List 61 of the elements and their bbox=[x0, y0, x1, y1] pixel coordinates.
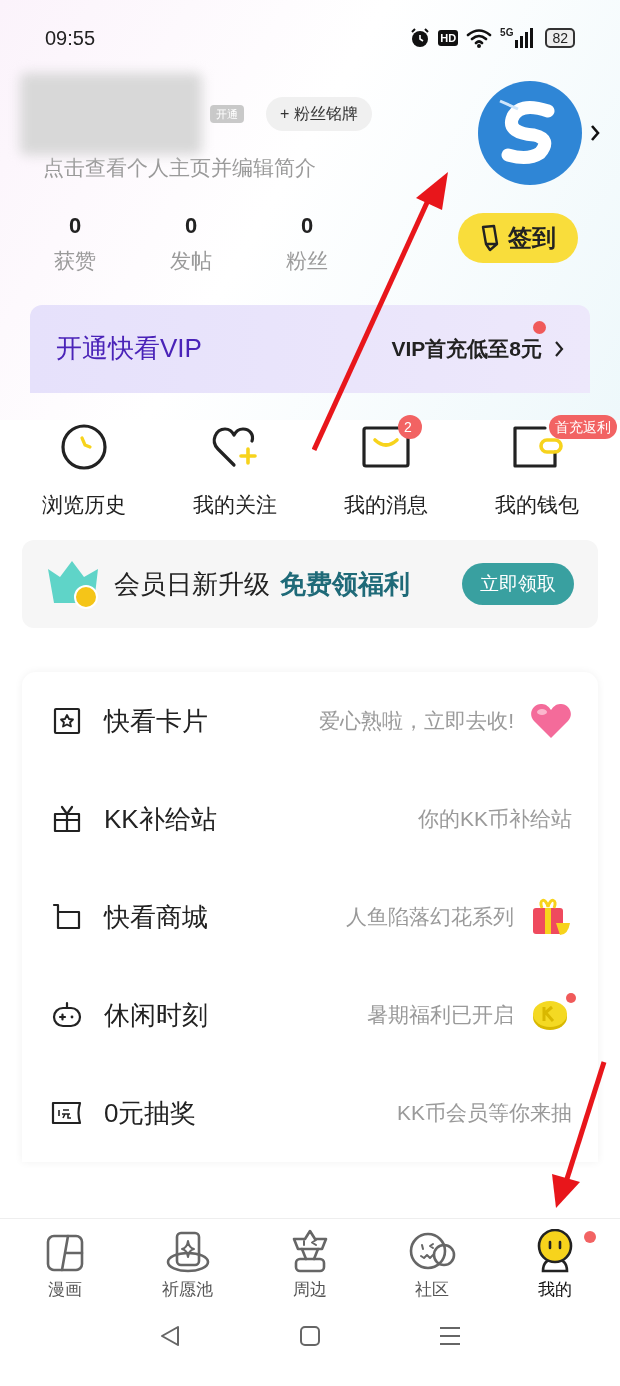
tab[interactable]: 周边 bbox=[248, 1227, 372, 1303]
comic-panel-icon bbox=[45, 1233, 86, 1273]
stat-value: 0 bbox=[300, 212, 314, 240]
menu-title: KK补给站 bbox=[104, 802, 217, 836]
vip-banner[interactable]: 开通快看VIP VIP首充低至8元 bbox=[30, 304, 590, 393]
menu-hint: 人鱼陷落幻花系列 bbox=[346, 904, 514, 931]
stat-label: 获赞 bbox=[54, 248, 96, 274]
menu-hint: 暑期福利已开启 bbox=[367, 1002, 514, 1029]
gamepad-icon bbox=[52, 1000, 82, 1030]
check-in-button[interactable]: 签到 bbox=[458, 213, 578, 263]
home-icon[interactable] bbox=[299, 1324, 321, 1347]
cart-icon bbox=[52, 902, 82, 932]
coin-icon bbox=[532, 999, 570, 1031]
tab[interactable]: 我的 bbox=[493, 1227, 616, 1303]
menu-row[interactable]: KK补给站 你的KK币补给站 bbox=[22, 770, 598, 868]
signal-icon bbox=[515, 27, 534, 48]
menu-title: 0元抽奖 bbox=[104, 1096, 197, 1130]
menu-hint: 爱心熟啦，立即去收! bbox=[319, 708, 514, 735]
message-icon bbox=[360, 423, 411, 470]
menu-row[interactable]: 快看商城 人鱼陷落幻花系列 bbox=[22, 868, 598, 966]
heart-icon bbox=[530, 703, 572, 739]
status-time: 09:55 bbox=[45, 25, 96, 51]
alarm-icon bbox=[410, 27, 431, 48]
menu-icon[interactable] bbox=[439, 1324, 461, 1347]
fan-badge-button[interactable]: + 粉丝铭牌 bbox=[266, 97, 372, 131]
shortcut-item[interactable]: 浏览历史 bbox=[41, 422, 126, 520]
gift-box-icon bbox=[52, 805, 82, 833]
tab[interactable]: 社区 bbox=[371, 1227, 494, 1303]
member-highlight: 免费领福利 bbox=[280, 567, 410, 601]
back-icon[interactable] bbox=[159, 1324, 181, 1347]
vip-title: 开通快看VIP bbox=[56, 332, 202, 365]
network-type: 5G bbox=[500, 27, 514, 38]
pencil-icon bbox=[480, 224, 500, 252]
profile-hint: 点击查看个人主页并编辑简介 bbox=[42, 155, 317, 181]
card-icon bbox=[53, 707, 81, 735]
menu-title: 快看商城 bbox=[104, 900, 208, 934]
stat-value: 0 bbox=[184, 212, 198, 240]
menu-hint: KK币会员等你来抽 bbox=[397, 1100, 572, 1127]
badge: 首充返利 bbox=[549, 414, 617, 439]
ticket-icon bbox=[51, 1100, 83, 1126]
chevron-right-icon bbox=[554, 339, 564, 358]
menu-hint: 你的KK币补给站 bbox=[418, 806, 572, 833]
menu-row[interactable]: 0元抽奖 KK币会员等你来抽 bbox=[22, 1064, 598, 1162]
stat-label: 粉丝 bbox=[286, 248, 328, 274]
stat-value: 0 bbox=[68, 212, 82, 240]
gift-icon bbox=[530, 897, 572, 937]
member-text: 会员日新升级 bbox=[114, 567, 270, 601]
wifi-icon bbox=[466, 27, 493, 48]
stat-label: 发帖 bbox=[170, 248, 212, 274]
clock-icon bbox=[59, 422, 108, 471]
chevron-right-icon bbox=[590, 124, 600, 142]
menu-title: 快看卡片 bbox=[104, 704, 208, 738]
wish-card-icon bbox=[164, 1231, 211, 1273]
vip-offer: VIP首充低至8元 bbox=[391, 335, 542, 362]
tab[interactable]: 祈愿池 bbox=[126, 1227, 249, 1303]
menu-title: 休闲时刻 bbox=[104, 998, 208, 1032]
shortcut-item[interactable]: 我的关注 bbox=[192, 422, 277, 520]
menu-row[interactable]: 快看卡片 爱心熟啦，立即去收! bbox=[22, 672, 598, 770]
menu-row[interactable]: 休闲时刻 暑期福利已开启 bbox=[22, 966, 598, 1064]
member-banner[interactable]: 会员日新升级 免费领福利 立即领取 bbox=[22, 540, 598, 628]
tab[interactable]: 漫画 bbox=[4, 1227, 127, 1303]
